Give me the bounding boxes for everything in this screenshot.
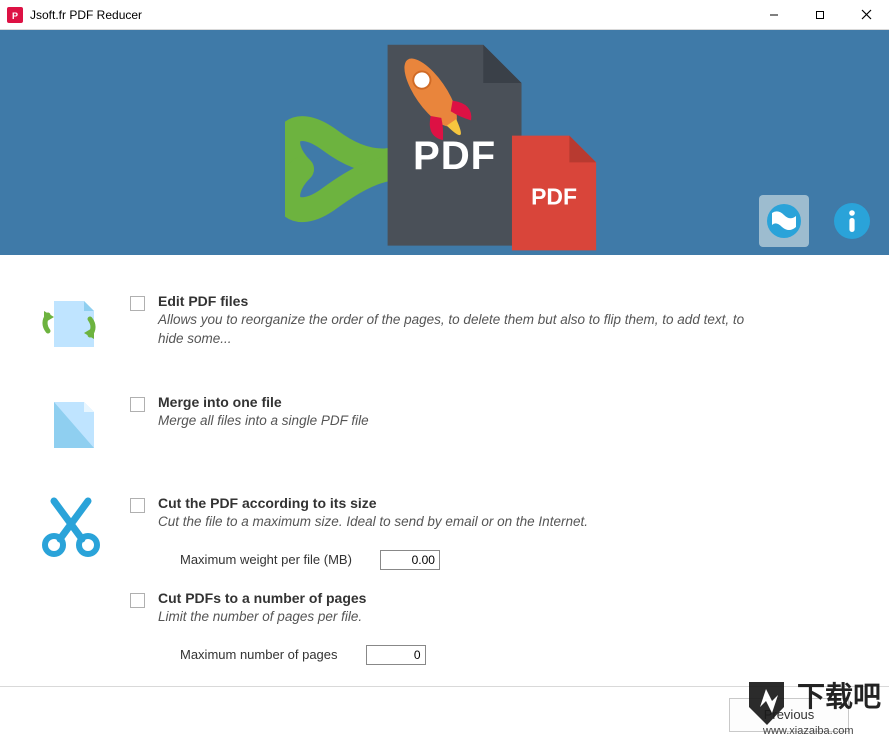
option-cut-size: Cut the PDF according to its size Cut th…: [40, 495, 859, 570]
banner: PDF PDF: [0, 30, 889, 255]
title-bar: P Jsoft.fr PDF Reducer: [0, 0, 889, 30]
cut-pages-checkbox[interactable]: [130, 593, 145, 608]
edit-icon: [40, 295, 100, 355]
cut-size-input[interactable]: [380, 550, 440, 570]
window-title: Jsoft.fr PDF Reducer: [30, 8, 751, 22]
cut-pages-param-label: Maximum number of pages: [180, 647, 338, 662]
cut-pages-title: Cut PDFs to a number of pages: [158, 590, 859, 606]
info-button[interactable]: [827, 195, 877, 247]
option-edit: Edit PDF files Allows you to reorganize …: [40, 293, 859, 358]
scissors-icon: [40, 497, 102, 559]
merge-checkbox[interactable]: [130, 397, 145, 412]
cut-size-title: Cut the PDF according to its size: [158, 495, 859, 511]
merge-icon: [40, 396, 100, 456]
maximize-button[interactable]: [797, 0, 843, 29]
edit-title: Edit PDF files: [158, 293, 859, 309]
footer: Previous 下载吧 www.xiazaiba.com: [0, 686, 889, 742]
previous-button[interactable]: Previous: [729, 698, 849, 732]
svg-text:P: P: [12, 11, 18, 21]
banner-artwork: PDF PDF: [285, 40, 605, 255]
option-merge: Merge into one file Merge all files into…: [40, 394, 859, 459]
cut-pages-description: Limit the number of pages per file.: [158, 608, 748, 627]
svg-text:PDF: PDF: [412, 133, 495, 178]
options-panel: Edit PDF files Allows you to reorganize …: [0, 255, 889, 686]
minimize-button[interactable]: [751, 0, 797, 29]
edit-checkbox[interactable]: [130, 296, 145, 311]
website-button[interactable]: [759, 195, 809, 247]
merge-title: Merge into one file: [158, 394, 859, 410]
close-button[interactable]: [843, 0, 889, 29]
cut-pages-input[interactable]: [366, 645, 426, 665]
info-icon: [832, 201, 872, 241]
cut-size-checkbox[interactable]: [130, 498, 145, 513]
edit-description: Allows you to reorganize the order of th…: [158, 311, 748, 349]
merge-description: Merge all files into a single PDF file: [158, 412, 748, 431]
svg-text:PDF: PDF: [531, 184, 577, 210]
window-controls: [751, 0, 889, 29]
banner-toolbar: [759, 195, 877, 247]
app-icon: P: [6, 6, 24, 24]
cut-size-description: Cut the file to a maximum size. Ideal to…: [158, 513, 748, 532]
cut-size-param-label: Maximum weight per file (MB): [180, 552, 352, 567]
globe-icon: [764, 201, 804, 241]
option-cut-pages: Cut PDFs to a number of pages Limit the …: [40, 590, 859, 665]
